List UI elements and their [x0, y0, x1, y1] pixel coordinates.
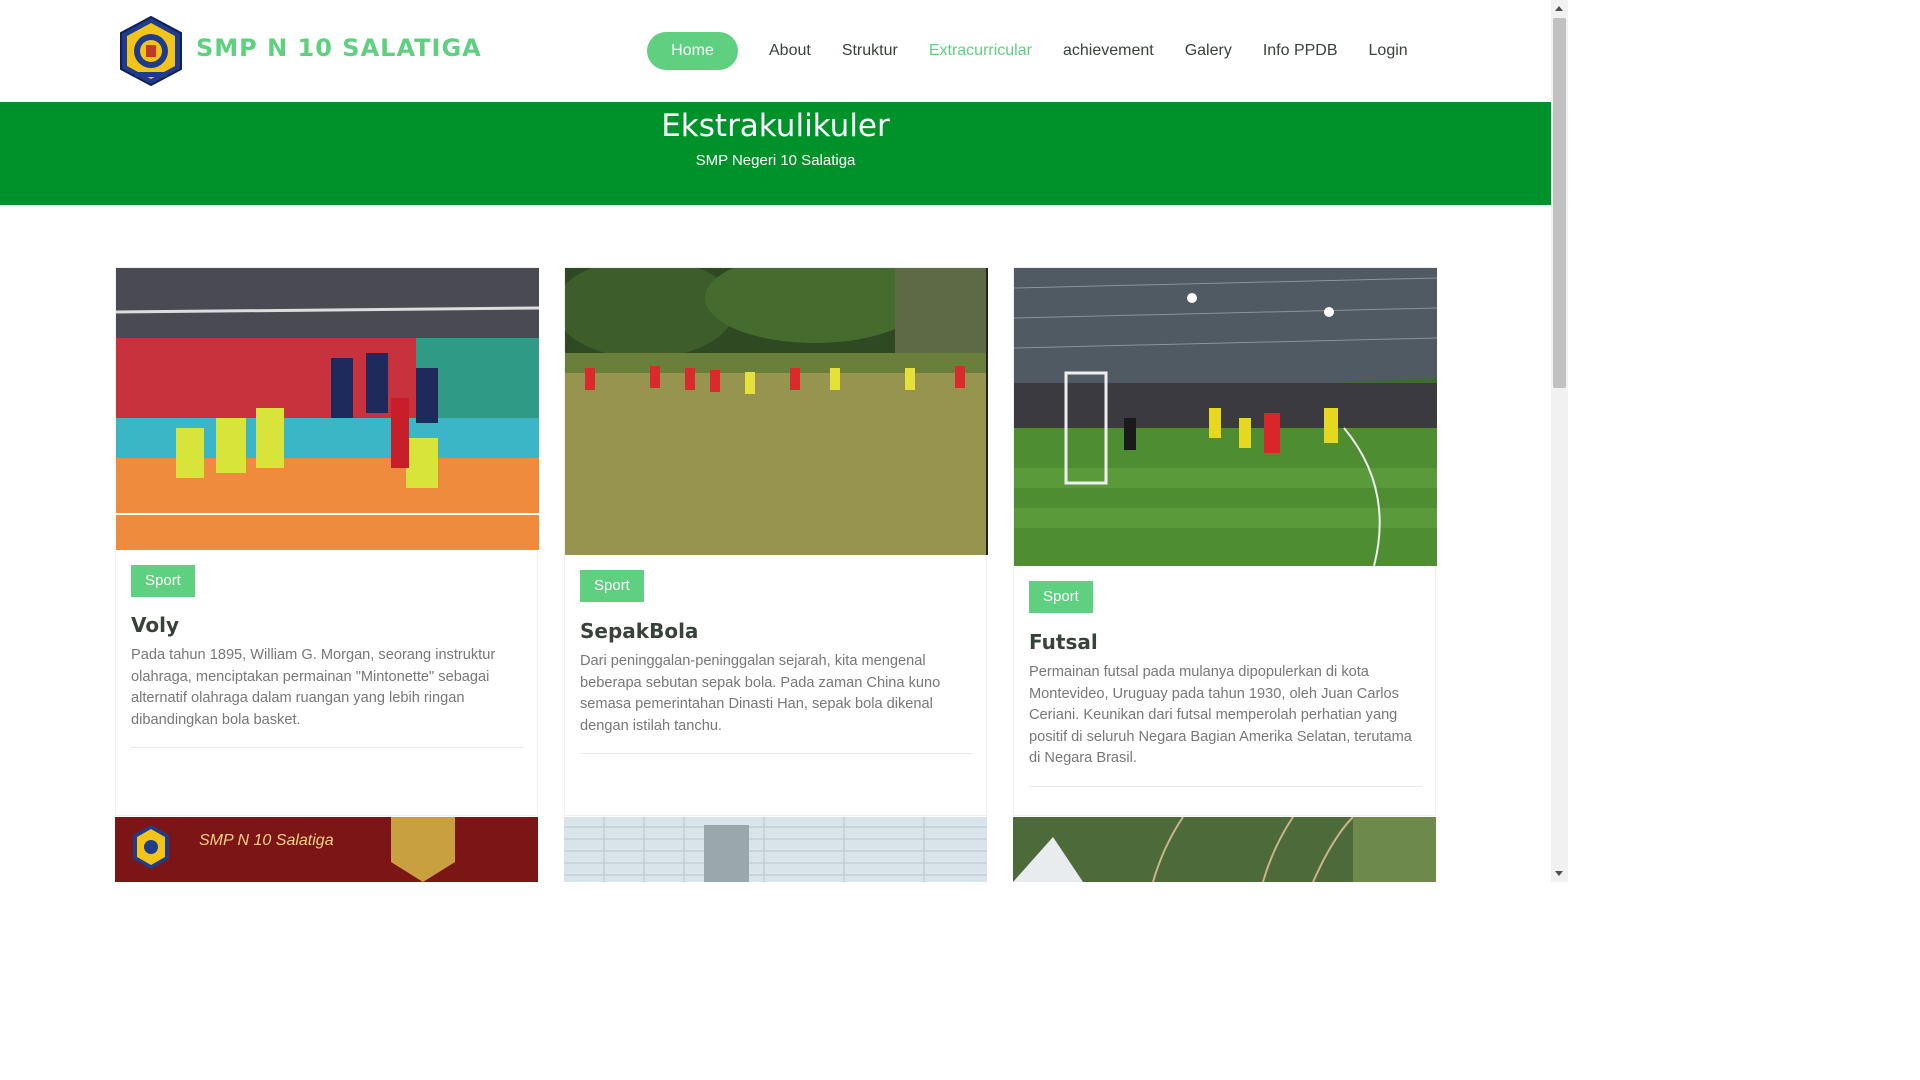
- main-nav: Home About Struktur Extracurricular achi…: [647, 32, 1408, 70]
- nav-info-ppdb[interactable]: Info PPDB: [1263, 42, 1338, 60]
- site-header: SMP N 10 SALATIGA Home About Struktur Ex…: [0, 0, 1551, 102]
- nature-photo: [1013, 817, 1436, 882]
- card-description: Dari peninggalan-peninggalan sejarah, ki…: [580, 653, 941, 734]
- category-badge[interactable]: Sport: [580, 570, 644, 602]
- football-photo: [565, 268, 988, 555]
- court-net-photo: [564, 817, 987, 882]
- category-badge[interactable]: Sport: [1029, 581, 1093, 613]
- futsal-photo: [1014, 268, 1437, 566]
- card-divider: [1029, 786, 1422, 787]
- volleyball-photo: [116, 268, 539, 550]
- card-partial-3[interactable]: [1013, 817, 1436, 882]
- scrollbar-thumb[interactable]: [1553, 18, 1566, 388]
- card-description: Permainan futsal pada mulanya dipopulerk…: [1029, 664, 1412, 766]
- nav-galery[interactable]: Galery: [1185, 42, 1232, 60]
- scroll-up-icon[interactable]: [1555, 6, 1563, 11]
- card-divider: [131, 747, 524, 748]
- school-logo[interactable]: [115, 15, 187, 87]
- card-futsal[interactable]: Sport Futsal Permainan futsal pada mulan…: [1013, 267, 1437, 816]
- page-subtitle: SMP Negeri 10 Salatiga: [695, 152, 856, 169]
- brand-name[interactable]: SMP N 10 SALATIGA: [196, 34, 482, 62]
- card-partial-2[interactable]: [564, 817, 987, 882]
- card-voly[interactable]: Sport Voly Pada tahun 1895, William G. M…: [115, 267, 539, 816]
- page-title: Ekstrakulikuler: [661, 108, 890, 144]
- nav-extracurricular[interactable]: Extracurricular: [929, 42, 1032, 60]
- scroll-down-icon[interactable]: [1555, 871, 1563, 876]
- page-banner: Ekstrakulikuler SMP Negeri 10 Salatiga: [0, 102, 1551, 205]
- banner-caption: SMP N 10 Salatiga: [199, 832, 334, 849]
- card-description: Pada tahun 1895, William G. Morgan, seor…: [131, 647, 496, 728]
- card-sepakbola[interactable]: Sport SepakBola Dari peninggalan-peningg…: [564, 267, 988, 816]
- nav-home[interactable]: Home: [647, 32, 738, 70]
- card-title[interactable]: SepakBola: [580, 619, 698, 643]
- nav-achievement[interactable]: achievement: [1063, 42, 1154, 60]
- category-badge[interactable]: Sport: [131, 565, 195, 597]
- card-title[interactable]: Voly: [131, 613, 179, 637]
- nav-login[interactable]: Login: [1369, 42, 1408, 60]
- card-divider: [580, 753, 973, 754]
- card-partial-1[interactable]: SMP N 10 Salatiga: [115, 817, 538, 882]
- nav-struktur[interactable]: Struktur: [842, 42, 898, 60]
- card-title[interactable]: Futsal: [1029, 630, 1098, 654]
- page-scrollbar[interactable]: [1551, 0, 1568, 882]
- nav-about[interactable]: About: [769, 42, 811, 60]
